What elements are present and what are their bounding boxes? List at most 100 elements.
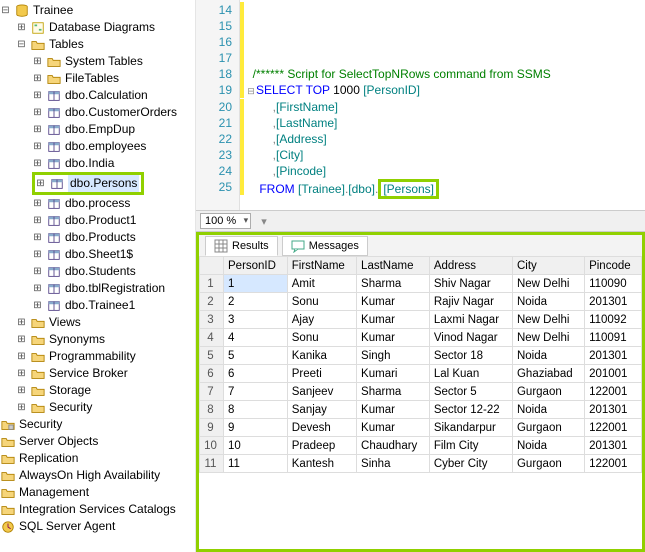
cell[interactable]: Noida	[512, 437, 584, 455]
cell[interactable]: Devesh	[287, 419, 356, 437]
expand-icon[interactable]: ⊞	[32, 90, 43, 101]
cell[interactable]: Laxmi Nagar	[429, 311, 512, 329]
cell[interactable]: Pradeep	[287, 437, 356, 455]
cell[interactable]: 10	[224, 437, 288, 455]
expand-icon[interactable]: ⊞	[32, 266, 43, 277]
table-customerorders[interactable]: ⊞dbo.CustomerOrders	[0, 104, 195, 121]
cell[interactable]: 110090	[585, 275, 642, 293]
expand-icon[interactable]: ⊞	[32, 215, 43, 226]
table-row[interactable]: 1010PradeepChaudharyFilm CityNoida201301	[200, 437, 642, 455]
agent-node[interactable]: SQL Server Agent	[0, 518, 195, 535]
expand-icon[interactable]: ⊞	[16, 334, 27, 345]
diagrams-node[interactable]: ⊞Database Diagrams	[0, 19, 195, 36]
expand-icon[interactable]: ⊞	[16, 385, 27, 396]
cell[interactable]: Kumar	[357, 293, 430, 311]
table-row[interactable]: 99DeveshKumarSikandarpurGurgaon122001	[200, 419, 642, 437]
cell[interactable]: 4	[224, 329, 288, 347]
table-row[interactable]: 88SanjayKumarSector 12-22Noida201301	[200, 401, 642, 419]
cell[interactable]: Lal Kuan	[429, 365, 512, 383]
expand-icon[interactable]: ⊞	[32, 198, 43, 209]
programmability-node[interactable]: ⊞Programmability	[0, 348, 195, 365]
cell[interactable]: Noida	[512, 401, 584, 419]
row-header[interactable]: 10	[200, 437, 224, 455]
expand-icon[interactable]: ⊞	[32, 56, 43, 67]
table-row[interactable]: 11AmitSharmaShiv NagarNew Delhi110090	[200, 275, 642, 293]
cell[interactable]: 201301	[585, 401, 642, 419]
cell[interactable]: Amit	[287, 275, 356, 293]
row-header[interactable]: 11	[200, 455, 224, 473]
cell[interactable]: Kumar	[357, 311, 430, 329]
row-header[interactable]: 2	[200, 293, 224, 311]
cell[interactable]: Vinod Nagar	[429, 329, 512, 347]
cell[interactable]: 122001	[585, 455, 642, 473]
cell[interactable]: 201301	[585, 293, 642, 311]
cell[interactable]: 110091	[585, 329, 642, 347]
server-objects-node[interactable]: Server Objects	[0, 433, 195, 450]
cell[interactable]: 9	[224, 419, 288, 437]
cell[interactable]: Sonu	[287, 293, 356, 311]
expand-icon[interactable]: ⊞	[32, 124, 43, 135]
cell[interactable]: 3	[224, 311, 288, 329]
cell[interactable]: 201001	[585, 365, 642, 383]
cell[interactable]: 110092	[585, 311, 642, 329]
cell[interactable]: Rajiv Nagar	[429, 293, 512, 311]
cell[interactable]: Sharma	[357, 275, 430, 293]
table-india[interactable]: ⊞dbo.India	[0, 155, 195, 172]
table-calculation[interactable]: ⊞dbo.Calculation	[0, 87, 195, 104]
cell[interactable]: Sharma	[357, 383, 430, 401]
row-header[interactable]: 7	[200, 383, 224, 401]
table-products[interactable]: ⊞dbo.Products	[0, 229, 195, 246]
row-header[interactable]: 4	[200, 329, 224, 347]
expand-icon[interactable]: ⊞	[16, 368, 27, 379]
table-row[interactable]: 1111KanteshSinhaCyber CityGurgaon122001	[200, 455, 642, 473]
views-node[interactable]: ⊞Views	[0, 314, 195, 331]
management-node[interactable]: Management	[0, 484, 195, 501]
table-row[interactable]: 22SonuKumarRajiv NagarNoida201301	[200, 293, 642, 311]
row-header[interactable]: 3	[200, 311, 224, 329]
system-tables-node[interactable]: ⊞System Tables	[0, 53, 195, 70]
cell[interactable]: Kanika	[287, 347, 356, 365]
cell[interactable]: Kumar	[357, 329, 430, 347]
sql-editor[interactable]: 14 15 16 17 18 /****** Script for Select…	[196, 0, 645, 210]
cell[interactable]: 6	[224, 365, 288, 383]
cell[interactable]: Sanjay	[287, 401, 356, 419]
expand-icon[interactable]: ⊞	[16, 22, 27, 33]
row-header[interactable]: 8	[200, 401, 224, 419]
replication-node[interactable]: Replication	[0, 450, 195, 467]
row-header[interactable]: 6	[200, 365, 224, 383]
expand-icon[interactable]: ⊞	[32, 141, 43, 152]
cell[interactable]: Sikandarpur	[429, 419, 512, 437]
table-row[interactable]: 55KanikaSinghSector 18Noida201301	[200, 347, 642, 365]
table-row[interactable]: 33AjayKumarLaxmi NagarNew Delhi110092	[200, 311, 642, 329]
table-row[interactable]: 66PreetiKumariLal KuanGhaziabad201001	[200, 365, 642, 383]
storage-node[interactable]: ⊞Storage	[0, 382, 195, 399]
expand-icon[interactable]: ⊞	[32, 249, 43, 260]
cell[interactable]: Ajay	[287, 311, 356, 329]
db-security-node[interactable]: ⊞Security	[0, 399, 195, 416]
file-tables-node[interactable]: ⊞FileTables	[0, 70, 195, 87]
security-node[interactable]: Security	[0, 416, 195, 433]
cell[interactable]: 1	[224, 275, 288, 293]
db-node-trainee[interactable]: ⊟Trainee	[0, 2, 195, 19]
alwayson-node[interactable]: AlwaysOn High Availability	[0, 467, 195, 484]
cell[interactable]: Kumar	[357, 419, 430, 437]
col-header[interactable]: Pincode	[585, 257, 642, 275]
cell[interactable]: Shiv Nagar	[429, 275, 512, 293]
table-sheet1[interactable]: ⊞dbo.Sheet1$	[0, 246, 195, 263]
tab-messages[interactable]: Messages	[282, 236, 368, 256]
cell[interactable]: Kantesh	[287, 455, 356, 473]
cell[interactable]: Ghaziabad	[512, 365, 584, 383]
cell[interactable]: Sector 18	[429, 347, 512, 365]
cell[interactable]: Gurgaon	[512, 419, 584, 437]
table-students[interactable]: ⊞dbo.Students	[0, 263, 195, 280]
cell[interactable]: Sinha	[357, 455, 430, 473]
cell[interactable]: New Delhi	[512, 311, 584, 329]
expand-icon[interactable]: ⊞	[32, 232, 43, 243]
expand-icon[interactable]: ⊞	[32, 158, 43, 169]
expand-icon[interactable]: ⊞	[32, 300, 43, 311]
synonyms-node[interactable]: ⊞Synonyms	[0, 331, 195, 348]
cell[interactable]: 8	[224, 401, 288, 419]
tables-node[interactable]: ⊟Tables	[0, 36, 195, 53]
expand-icon[interactable]: ⊞	[35, 178, 46, 189]
cell[interactable]: Noida	[512, 347, 584, 365]
